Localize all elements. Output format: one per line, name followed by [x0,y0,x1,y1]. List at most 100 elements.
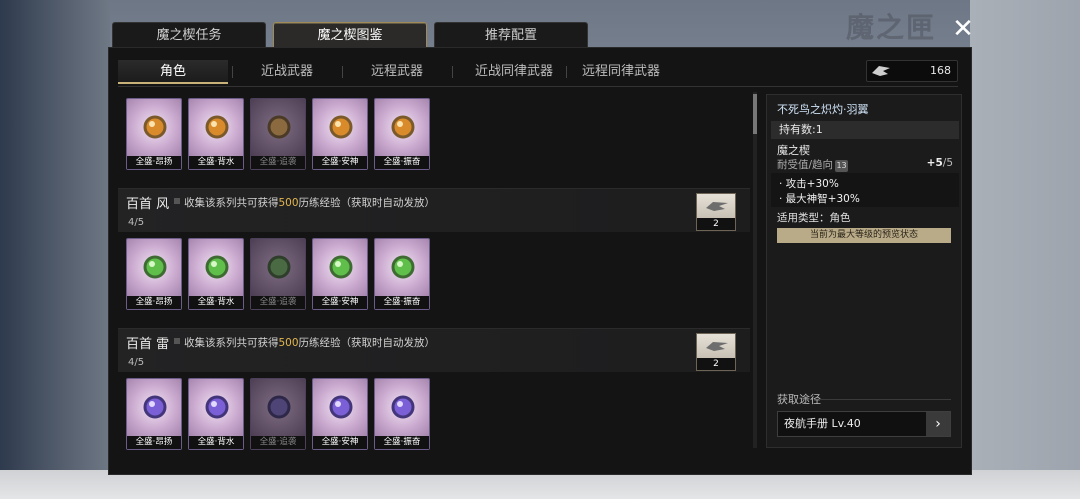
codex-item[interactable]: 全盛·振奋 [374,98,430,170]
gem-green-icon [329,255,353,279]
codex-item[interactable]: 全盛·背水 [188,98,244,170]
series-progress: 4/5 [128,357,145,368]
series-description: 收集该系列共可获得500历练经验（获取时自动发放） [184,337,436,349]
tab-tasks[interactable]: 魔之楔任务 [112,22,266,48]
series-progress: 4/5 [128,217,145,228]
source-value: 夜航手册 Lv.40 [784,417,861,430]
codex-item[interactable]: 全盛·昂扬 [126,378,182,450]
wing-icon [706,342,728,351]
codex-item[interactable]: 全盛·安神 [312,378,368,450]
detail-durability: 耐受值/趋向 13 [777,159,849,172]
tab-recommended[interactable]: 推荐配置 [434,22,588,48]
item-name: 全盛·背水 [189,156,243,169]
watermark-text: 魔之匣 [846,11,937,44]
codex-item[interactable]: 全盛·振奋 [374,238,430,310]
series-header: 百首 风 收集该系列共可获得500历练经验（获取时自动发放） 4/5 2 [118,188,750,232]
background-right [970,0,1080,499]
series-name: 百首 风 [126,197,170,212]
background-left [0,0,110,499]
item-name: 全盛·振奋 [375,296,429,309]
detail-effects: · 攻击+30% · 最大神智+30% [771,173,959,207]
item-name: 全盛·背水 [189,436,243,449]
detail-title: 不死鸟之炽灼·羽翼 [777,103,869,116]
gem-gold-icon [391,115,415,139]
series-description: 收集该系列共可获得500历练经验（获取时自动发放） [184,197,436,209]
item-name: 全盛·背水 [189,296,243,309]
item-name: 全盛·追袭 [251,296,305,309]
codex-item[interactable]: 全盛·安神 [312,98,368,170]
list-scrollbar[interactable] [753,92,757,448]
detail-panel: 不死鸟之炽灼·羽翼 持有数:1 魔之楔 耐受值/趋向 13 +5/5 · 攻击+3… [766,94,962,448]
codex-item[interactable]: 全盛·昂扬 [126,98,182,170]
item-row: 全盛·昂扬 全盛·背水 全盛·追袭 全盛·安神 全盛·振奋 [126,378,436,450]
detail-applicable-type: 适用类型：角色 [777,212,851,224]
item-name: 全盛·振奋 [375,436,429,449]
gem-purple-icon [391,395,415,419]
item-name: 全盛·追袭 [251,436,305,449]
currency-value: 168 [930,64,951,77]
item-name: 全盛·追袭 [251,156,305,169]
gem-green-icon [391,255,415,279]
item-row: 全盛·昂扬 全盛·背水 全盛·追袭 全盛·安神 全盛·振奋 [126,98,436,170]
gem-purple-icon [267,395,291,419]
durability-badge: 13 [835,160,849,172]
codex-item[interactable]: 全盛·振奋 [374,378,430,450]
codex-item-locked[interactable]: 全盛·追袭 [250,378,306,450]
item-name: 全盛·安神 [313,436,367,449]
series-mark-icon [174,198,180,204]
subtab-divider [452,66,453,78]
tab-codex[interactable]: 魔之楔图鉴 [273,22,427,48]
series-reward[interactable]: 2 [696,333,736,371]
gem-green-icon [143,255,167,279]
detail-level: +5/5 [926,157,953,169]
gem-purple-icon [205,395,229,419]
codex-item-locked[interactable]: 全盛·追袭 [250,98,306,170]
effect-line: · 攻击+30% [779,178,839,190]
detail-type: 魔之楔 [777,144,810,157]
source-label: 获取途径 [777,393,821,406]
subtab-ranged-sync[interactable]: 远程同律武器 [566,60,676,84]
subtab-ranged[interactable]: 远程武器 [344,60,450,84]
close-button[interactable]: ✕ [950,16,976,42]
item-row: 全盛·昂扬 全盛·背水 全盛·追袭 全盛·安神 全盛·振奋 [126,238,436,310]
series-name: 百首 雷 [126,337,170,352]
reward-count: 2 [697,358,735,370]
source-button[interactable]: 夜航手册 Lv.40 › [777,411,951,437]
gem-gold-icon [267,115,291,139]
series-mark-icon [174,338,180,344]
gem-gold-icon [143,115,167,139]
subtab-melee[interactable]: 近战武器 [234,60,340,84]
codex-list: 全盛·昂扬 全盛·背水 全盛·追袭 全盛·安神 全盛·振奋 百首 风 收集该系列… [118,90,750,450]
source-divider [819,399,951,400]
subtab-melee-sync[interactable]: 近战同律武器 [454,60,574,84]
wing-icon [706,202,728,211]
item-name: 全盛·昂扬 [127,436,181,449]
max-level-notice: 当前为最大等级的预览状态 [777,228,951,243]
codex-item[interactable]: 全盛·安神 [312,238,368,310]
codex-item[interactable]: 全盛·昂扬 [126,238,182,310]
item-name: 全盛·昂扬 [127,296,181,309]
codex-item-locked[interactable]: 全盛·追袭 [250,238,306,310]
effect-line: · 最大神智+30% [779,193,860,205]
item-name: 全盛·安神 [313,296,367,309]
subtab-underline [118,86,958,87]
scrollbar-thumb[interactable] [753,94,757,134]
gem-purple-icon [143,395,167,419]
reward-count: 2 [697,218,735,230]
codex-item[interactable]: 全盛·背水 [188,378,244,450]
gem-green-icon [205,255,229,279]
gem-gold-icon [205,115,229,139]
series-reward[interactable]: 2 [696,193,736,231]
codex-item[interactable]: 全盛·背水 [188,238,244,310]
subtab-divider [232,66,233,78]
detail-owned-count: 持有数:1 [771,121,959,139]
subtab-divider [342,66,343,78]
item-name: 全盛·昂扬 [127,156,181,169]
chevron-right-icon: › [926,412,950,436]
currency-display: 168 [866,60,958,82]
item-name: 全盛·振奋 [375,156,429,169]
gem-green-icon [267,255,291,279]
gem-purple-icon [329,395,353,419]
wing-icon [872,66,890,76]
subtab-character[interactable]: 角色 [118,60,228,84]
